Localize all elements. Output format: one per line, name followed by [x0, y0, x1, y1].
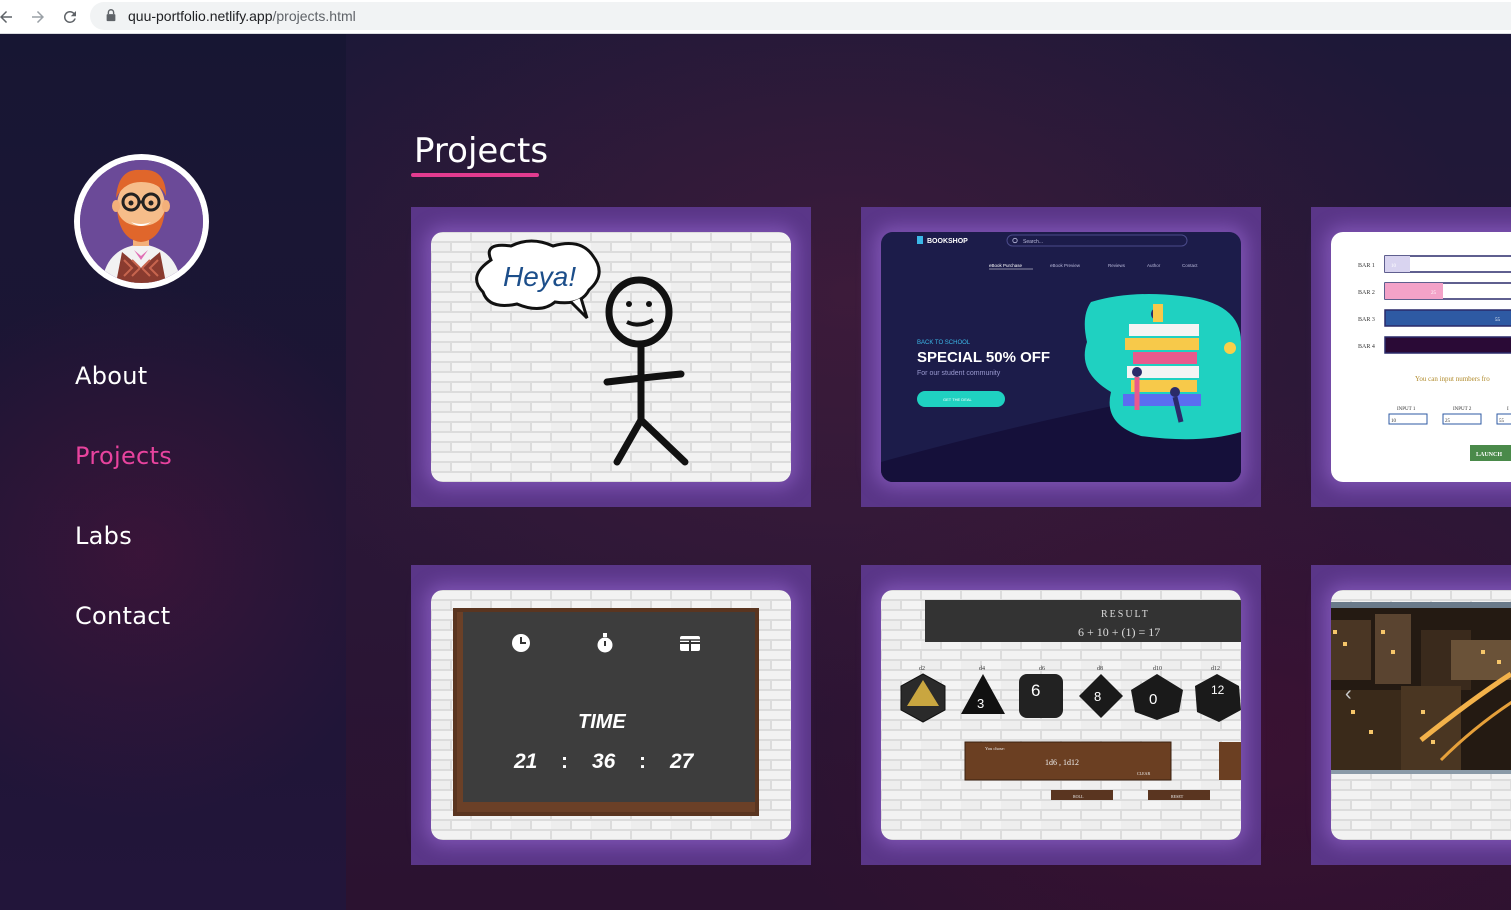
project-thumbnail: ‹	[1331, 590, 1511, 840]
bar-label-3: BAR 3	[1358, 317, 1375, 323]
dice-face-d8: 8	[1094, 689, 1101, 704]
nav-about[interactable]: About	[75, 362, 147, 390]
forward-arrow-icon[interactable]	[26, 5, 50, 29]
dice-reset-button: RESET	[1171, 794, 1184, 799]
project-thumbnail: BOOKSHOP Search... eBook Purchase eBook …	[881, 232, 1241, 482]
bookshop-menu-3: Reviews	[1108, 263, 1126, 268]
avatar-illustration	[80, 160, 203, 283]
dice-result-label: RESULT	[1101, 609, 1150, 620]
clock-hours: 21	[513, 750, 537, 773]
dice-label-d6: d6	[1039, 666, 1045, 672]
bookshop-menu-4: Author	[1147, 263, 1161, 268]
back-arrow-icon[interactable]	[0, 5, 18, 29]
project-card-clock[interactable]: TIME 21 : 36 : 27	[411, 565, 811, 865]
url-text: quu-portfolio.netlify.app/projects.html	[128, 8, 356, 24]
input-value-3: 55	[1499, 419, 1505, 424]
bookshop-cta: GET THE DEAL	[943, 397, 973, 402]
page-title: Projects	[414, 131, 549, 171]
url-host: quu-portfolio.netlify.app	[128, 8, 273, 24]
input-label-2: INPUT 2	[1453, 407, 1472, 412]
bookshop-kicker: BACK TO SCHOOL	[917, 340, 971, 346]
clock-minutes: 36	[592, 750, 616, 773]
bar-label-1: BAR 1	[1358, 263, 1375, 269]
bookshop-brand: BOOKSHOP	[927, 238, 968, 245]
dice-label-d2: d2	[919, 666, 925, 672]
dice-result-expression: 6 + 10 + (1) = 17	[1078, 625, 1160, 639]
bar-label-4: BAR 4	[1358, 344, 1375, 350]
address-bar[interactable]: quu-portfolio.netlify.app/projects.html	[90, 2, 1511, 30]
svg-text::: :	[561, 750, 568, 773]
browser-toolbar: quu-portfolio.netlify.app/projects.html	[0, 0, 1511, 34]
project-card-dice[interactable]: RESULT 6 + 10 + (1) = 17 d2 d4 d6 d8 d10…	[861, 565, 1261, 865]
clock-label: TIME	[578, 711, 626, 733]
nav-labs[interactable]: Labs	[75, 522, 132, 550]
bar-value-2: 25	[1431, 291, 1437, 296]
bookshop-search: Search...	[1023, 239, 1043, 245]
lock-icon	[104, 8, 120, 24]
project-thumbnail: RESULT 6 + 10 + (1) = 17 d2 d4 d6 d8 d10…	[881, 590, 1241, 840]
title-underline	[411, 173, 539, 177]
project-card-bookshop[interactable]: BOOKSHOP Search... eBook Purchase eBook …	[861, 207, 1261, 507]
dice-roll-button: ROLL	[1073, 794, 1084, 799]
reload-icon[interactable]	[58, 5, 82, 29]
dice-label-d4: d4	[979, 666, 985, 672]
slider-prev-icon: ‹	[1345, 683, 1352, 705]
project-card-city-slider[interactable]: ‹	[1311, 565, 1511, 865]
dice-face-d10: 0	[1149, 691, 1157, 708]
bar-label-2: BAR 2	[1358, 290, 1375, 296]
project-thumbnail: TIME 21 : 36 : 27	[431, 590, 791, 840]
portfolio-page: About Projects Labs Contact Projects Hey…	[0, 34, 1511, 910]
bookshop-menu-1: eBook Purchase	[989, 263, 1023, 268]
project-thumbnail: Heya!	[431, 232, 791, 482]
project-card-bars[interactable]: BAR 1 10 BAR 2 25 BAR 3 55 BAR 4 You can…	[1311, 207, 1511, 507]
bars-launch-button: LAUNCH	[1476, 452, 1502, 458]
bookshop-subtitle: For our student community	[917, 370, 1001, 377]
heya-speech-text: Heya!	[503, 261, 576, 292]
avatar	[74, 154, 209, 289]
bookshop-menu-5: Contact	[1182, 263, 1198, 268]
sidebar: About Projects Labs Contact	[0, 34, 346, 910]
dice-face-d12: 12	[1211, 683, 1225, 697]
bar-value-3: 55	[1495, 318, 1501, 323]
clock-seconds: 27	[669, 750, 695, 773]
dice-clear-button: CLEAR	[1137, 771, 1150, 776]
project-card-heya[interactable]: Heya!	[411, 207, 811, 507]
nav-contact[interactable]: Contact	[75, 602, 170, 630]
dice-choice-value: 1d6 , 1d12	[1045, 758, 1079, 767]
bookshop-headline: SPECIAL 50% OFF	[917, 349, 1050, 366]
input-label-1: INPUT 1	[1397, 407, 1416, 412]
input-value-2: 25	[1445, 419, 1451, 424]
dice-choice-label: You chose:	[985, 746, 1005, 751]
input-value-1: 10	[1391, 419, 1397, 424]
bars-hint: You can input numbers fro	[1415, 375, 1490, 383]
bar-value-1: 10	[1391, 264, 1397, 269]
project-thumbnail: BAR 1 10 BAR 2 25 BAR 3 55 BAR 4 You can…	[1331, 232, 1511, 482]
bookshop-menu-2: eBook Preview	[1050, 263, 1081, 268]
dice-label-d12: d12	[1211, 666, 1220, 672]
svg-text::: :	[639, 750, 646, 773]
dice-face-d6: 6	[1031, 681, 1040, 700]
nav-projects[interactable]: Projects	[75, 442, 172, 470]
dice-label-d8: d8	[1097, 666, 1103, 672]
dice-face-d4: 3	[977, 696, 984, 711]
dice-label-d10: d10	[1153, 666, 1162, 672]
url-path: /projects.html	[272, 8, 356, 24]
